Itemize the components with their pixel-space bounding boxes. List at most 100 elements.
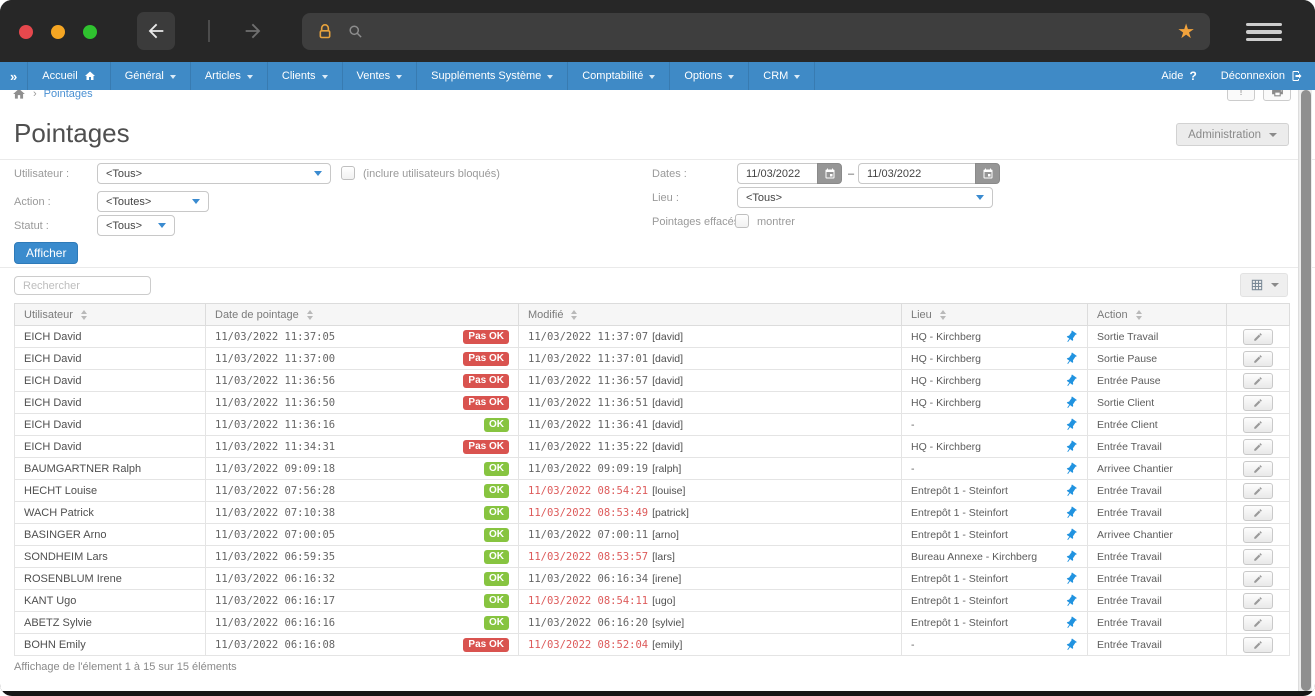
menu-item-ventes[interactable]: Ventes xyxy=(343,62,418,90)
map-pin-icon[interactable] xyxy=(1061,371,1080,390)
cell-action: Sortie Pause xyxy=(1097,353,1157,365)
map-pin-icon[interactable] xyxy=(1061,547,1080,566)
edit-button[interactable] xyxy=(1243,549,1273,565)
cell-action: Entrée Travail xyxy=(1097,617,1162,629)
date-to-input[interactable]: 11/03/2022 xyxy=(858,163,975,184)
status-badge: Pas OK xyxy=(463,396,509,410)
utilisateur-select[interactable]: <Tous> xyxy=(97,163,331,184)
edit-button[interactable] xyxy=(1243,351,1273,367)
pencil-icon xyxy=(1253,442,1263,452)
breadcrumb-separator: › xyxy=(33,90,37,100)
map-pin-icon[interactable] xyxy=(1061,569,1080,588)
edit-button[interactable] xyxy=(1243,395,1273,411)
map-pin-icon[interactable] xyxy=(1061,437,1080,456)
afficher-button[interactable]: Afficher xyxy=(14,242,78,264)
search-input[interactable] xyxy=(14,276,151,295)
edit-button[interactable] xyxy=(1243,329,1273,345)
cell-modified-time: 11/03/2022 11:35:22 xyxy=(528,441,648,453)
administration-button[interactable]: Administration xyxy=(1176,123,1289,146)
map-pin-icon[interactable] xyxy=(1061,503,1080,522)
cell-modified-time: 11/03/2022 11:36:41 xyxy=(528,419,648,431)
back-button[interactable] xyxy=(137,12,175,50)
edit-button[interactable] xyxy=(1243,483,1273,499)
vertical-scrollbar[interactable] xyxy=(1298,90,1312,691)
status-badge: OK xyxy=(484,418,509,432)
forward-button[interactable] xyxy=(234,12,272,50)
effaces-checkbox[interactable] xyxy=(735,214,749,228)
map-pin-icon[interactable] xyxy=(1061,349,1080,368)
column-header-action[interactable]: Action xyxy=(1088,304,1227,326)
table-row: WACH Patrick 11/03/2022 07:10:38OK 11/03… xyxy=(15,502,1290,524)
menu-item-options[interactable]: Options xyxy=(670,62,749,90)
menu-expand-button[interactable]: » xyxy=(0,62,28,90)
menu-item-comptabilite[interactable]: Comptabilité xyxy=(568,62,670,90)
scrollbar-thumb[interactable] xyxy=(1301,90,1311,691)
menu-item-supplements-systeme[interactable]: Suppléments Système xyxy=(417,62,568,90)
table-row: EICH David 11/03/2022 11:37:05Pas OK 11/… xyxy=(15,326,1290,348)
menu-item-clients[interactable]: Clients xyxy=(268,62,343,90)
lieu-select[interactable]: <Tous> xyxy=(737,187,993,208)
breadcrumb-link-pointages[interactable]: Pointages xyxy=(44,90,93,100)
menu-item-articles[interactable]: Articles xyxy=(191,62,268,90)
menu-item-aide[interactable]: Aide? xyxy=(1149,62,1208,90)
map-pin-icon[interactable] xyxy=(1061,635,1080,654)
minimize-icon[interactable] xyxy=(51,25,65,39)
menu-item-deconnexion[interactable]: Déconnexion xyxy=(1209,62,1315,90)
map-pin-icon[interactable] xyxy=(1061,591,1080,610)
cell-lieu: Entrepôt 1 - Steinfort xyxy=(911,595,1008,607)
cell-action: Entrée Travail xyxy=(1097,573,1162,585)
column-header-modifie[interactable]: Modifié xyxy=(519,304,902,326)
cell-modified-time: 11/03/2022 08:53:57 xyxy=(528,551,648,563)
cell-lieu: HQ - Kirchberg xyxy=(911,375,981,387)
home-icon[interactable] xyxy=(12,90,26,101)
table-header-row: Utilisateur Date de pointage Modifié Lie… xyxy=(15,304,1290,326)
table-summary: Affichage de l'élement 1 à 15 sur 15 élé… xyxy=(0,656,1315,677)
chevron-down-icon xyxy=(1271,283,1279,287)
map-pin-icon[interactable] xyxy=(1061,525,1080,544)
menu-item-general[interactable]: Général xyxy=(111,62,191,90)
menu-item-accueil[interactable]: Accueil xyxy=(28,62,110,90)
edit-button[interactable] xyxy=(1243,637,1273,653)
map-pin-icon[interactable] xyxy=(1061,481,1080,500)
star-bookmark-icon[interactable]: ★ xyxy=(1177,22,1195,42)
column-header-utilisateur[interactable]: Utilisateur xyxy=(15,304,206,326)
edit-button[interactable] xyxy=(1243,439,1273,455)
close-icon[interactable] xyxy=(19,25,33,39)
columns-button[interactable] xyxy=(1240,273,1288,297)
edit-button[interactable] xyxy=(1243,593,1273,609)
map-pin-icon[interactable] xyxy=(1061,459,1080,478)
menu-item-crm[interactable]: CRM xyxy=(749,62,815,90)
browser-menu-button[interactable] xyxy=(1246,23,1282,41)
edit-button[interactable] xyxy=(1243,571,1273,587)
action-select[interactable]: <Toutes> xyxy=(97,191,209,212)
status-badge: Pas OK xyxy=(463,352,509,366)
include-blocked-checkbox[interactable] xyxy=(341,166,355,180)
cell-modified-time: 11/03/2022 08:54:21 xyxy=(528,485,648,497)
map-pin-icon[interactable] xyxy=(1061,613,1080,632)
calendar-icon xyxy=(982,168,994,180)
edit-button[interactable] xyxy=(1243,417,1273,433)
maximize-icon[interactable] xyxy=(83,25,97,39)
edit-button[interactable] xyxy=(1243,505,1273,521)
print-button[interactable] xyxy=(1263,90,1291,101)
date-from-input[interactable]: 11/03/2022 xyxy=(737,163,817,184)
edit-button[interactable] xyxy=(1243,615,1273,631)
cell-action: Arrivee Chantier xyxy=(1097,463,1173,475)
cell-utilisateur: EICH David xyxy=(24,419,81,431)
map-pin-icon[interactable] xyxy=(1061,327,1080,346)
filters-panel: Utilisateur : <Tous> (inclure utilisateu… xyxy=(0,160,1315,268)
edit-button[interactable] xyxy=(1243,373,1273,389)
address-bar[interactable]: ★ xyxy=(302,13,1210,50)
column-header-lieu[interactable]: Lieu xyxy=(902,304,1088,326)
info-button[interactable]: ! xyxy=(1227,90,1255,101)
cell-modified-time: 11/03/2022 07:00:11 xyxy=(528,529,648,541)
date-to-calendar-button[interactable] xyxy=(975,163,1000,184)
edit-button[interactable] xyxy=(1243,461,1273,477)
column-header-date-de-pointage[interactable]: Date de pointage xyxy=(206,304,519,326)
map-pin-icon[interactable] xyxy=(1061,393,1080,412)
edit-button[interactable] xyxy=(1243,527,1273,543)
map-pin-icon[interactable] xyxy=(1061,415,1080,434)
statut-select[interactable]: <Tous> xyxy=(97,215,175,236)
pencil-icon xyxy=(1253,420,1263,430)
date-from-calendar-button[interactable] xyxy=(817,163,842,184)
